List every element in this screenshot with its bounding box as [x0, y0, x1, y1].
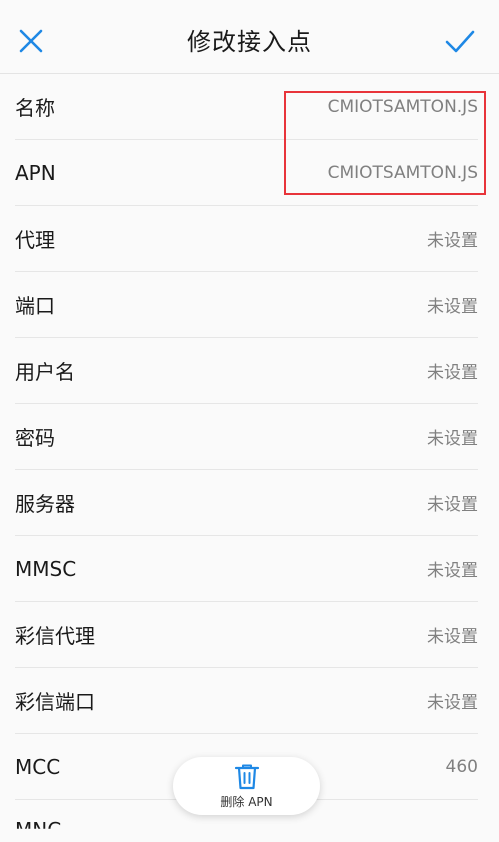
- setting-row-server[interactable]: 服务器 未设置: [15, 470, 478, 536]
- setting-label: APN: [15, 160, 56, 185]
- setting-value: CMIOTSAMTON.JS: [327, 96, 478, 117]
- setting-label: 代理: [15, 228, 55, 252]
- setting-value: CMIOTSAMTON.JS: [327, 162, 478, 183]
- setting-label: 名称: [15, 96, 55, 120]
- setting-row-mnc-partial[interactable]: MNC: [15, 818, 61, 829]
- setting-label: 端口: [15, 294, 55, 318]
- setting-label: MCC: [15, 754, 61, 779]
- setting-value: 未设置: [427, 495, 478, 515]
- confirm-button[interactable]: [443, 24, 477, 58]
- setting-row-mms-proxy[interactable]: 彩信代理 未设置: [15, 602, 478, 668]
- setting-row-name[interactable]: 名称 CMIOTSAMTON.JS: [15, 74, 478, 140]
- setting-label: 密码: [15, 426, 55, 450]
- setting-value: 未设置: [427, 363, 478, 383]
- setting-row-mms-port[interactable]: 彩信端口 未设置: [15, 668, 478, 734]
- setting-label: 彩信端口: [15, 690, 95, 714]
- delete-apn-label: 删除 APN: [220, 794, 273, 809]
- setting-row-port[interactable]: 端口 未设置: [15, 272, 478, 338]
- setting-value: 未设置: [427, 231, 478, 251]
- setting-row-apn[interactable]: APN CMIOTSAMTON.JS: [15, 140, 478, 206]
- page-title: 修改接入点: [187, 28, 312, 56]
- setting-value: 未设置: [427, 693, 478, 713]
- setting-row-mmsc[interactable]: MMSC 未设置: [15, 536, 478, 602]
- setting-label: 彩信代理: [15, 624, 95, 648]
- delete-apn-button[interactable]: 删除 APN: [173, 757, 320, 815]
- setting-value: 460: [445, 756, 478, 777]
- setting-value: 未设置: [427, 429, 478, 449]
- setting-value: 未设置: [427, 627, 478, 647]
- setting-row-proxy[interactable]: 代理 未设置: [15, 206, 478, 272]
- check-icon: [445, 30, 475, 53]
- top-app-bar: 修改接入点: [0, 0, 499, 74]
- setting-label: MMSC: [15, 556, 77, 581]
- setting-row-password[interactable]: 密码 未设置: [15, 404, 478, 470]
- trash-icon: [234, 764, 259, 789]
- setting-value: 未设置: [427, 297, 478, 317]
- setting-row-username[interactable]: 用户名 未设置: [15, 338, 478, 404]
- setting-label: 服务器: [15, 492, 75, 516]
- setting-value: 未设置: [427, 561, 478, 581]
- apn-settings-list: 名称 CMIOTSAMTON.JS APN CMIOTSAMTON.JS 代理 …: [0, 74, 499, 800]
- setting-label: 用户名: [15, 360, 75, 384]
